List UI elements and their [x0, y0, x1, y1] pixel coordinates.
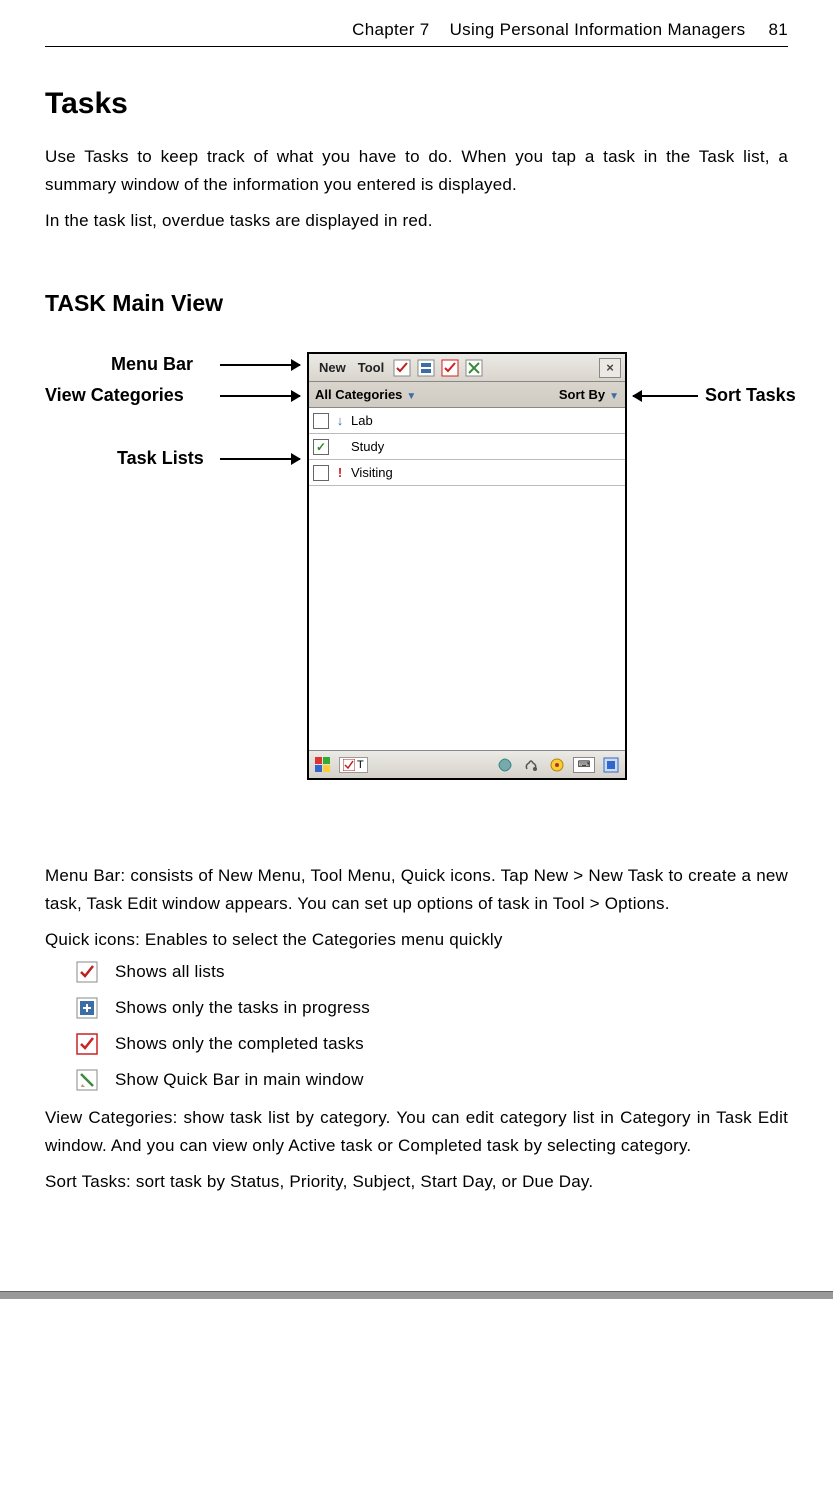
tray-icon[interactable] [547, 755, 567, 775]
quick-icon-row: Show Quick Bar in main window [75, 1068, 788, 1092]
task-list: ↓ Lab ✓ Study ! Visiting [309, 408, 625, 486]
pda-taskbar: T ⌨ [309, 750, 625, 778]
categories-dropdown[interactable]: All Categories▼ [315, 387, 416, 402]
quick-bar-icon[interactable] [464, 358, 484, 378]
task-row[interactable]: ✓ Study [309, 434, 625, 460]
close-button[interactable]: × [599, 358, 621, 378]
checkbox-icon[interactable] [313, 413, 329, 429]
category-bar: All Categories▼ Sort By▼ [309, 382, 625, 408]
show-in-progress-icon [75, 996, 99, 1020]
arrow-icon [220, 395, 300, 397]
page-footer-bar [0, 1291, 833, 1299]
arrow-icon [220, 364, 300, 366]
view-categories-description: View Categories: show task list by categ… [45, 1104, 788, 1160]
quick-icon-label: Shows all lists [115, 962, 225, 982]
pda-screenshot: New Tool × All Categories▼ Sort By▼ [307, 352, 627, 780]
show-quick-bar-icon [75, 1068, 99, 1092]
taskbar-tasks-button[interactable]: T [339, 757, 368, 773]
quick-icon-row: Shows only the tasks in progress [75, 996, 788, 1020]
intro-paragraph-1: Use Tasks to keep track of what you have… [45, 143, 788, 199]
arrow-icon [220, 458, 300, 460]
show-completed-icon[interactable] [440, 358, 460, 378]
show-completed-icon [75, 1032, 99, 1056]
menu-tool[interactable]: Tool [352, 358, 390, 377]
quick-icon-row: Shows all lists [75, 960, 788, 984]
quick-icons-intro: Quick icons: Enables to select the Categ… [45, 926, 788, 954]
checkbox-checked-icon[interactable]: ✓ [313, 439, 329, 455]
menu-new[interactable]: New [313, 358, 352, 377]
quick-icon-label: Show Quick Bar in main window [115, 1070, 364, 1090]
callout-menu-bar: Menu Bar [111, 354, 193, 375]
arrow-icon [633, 395, 698, 397]
callout-sort-tasks: Sort Tasks [705, 385, 796, 406]
checkbox-icon[interactable] [313, 465, 329, 481]
show-progress-icon[interactable] [416, 358, 436, 378]
quick-icons-list: Shows all lists Shows only the tasks in … [75, 960, 788, 1092]
tray-icon[interactable] [601, 755, 621, 775]
callout-task-lists: Task Lists [117, 448, 204, 469]
show-all-lists-icon [75, 960, 99, 984]
callout-view-categories: View Categories [45, 385, 184, 406]
sort-tasks-description: Sort Tasks: sort task by Status, Priorit… [45, 1168, 788, 1196]
task-label: Study [351, 439, 384, 454]
section-title: Tasks [45, 87, 788, 121]
task-label: Visiting [351, 465, 393, 480]
start-flag-icon[interactable] [313, 755, 333, 775]
chapter-title: Using Personal Information Managers [450, 20, 746, 39]
task-label: Lab [351, 413, 373, 428]
sort-dropdown[interactable]: Sort By▼ [559, 387, 619, 402]
page-number: 81 [768, 20, 788, 39]
tray-icon[interactable] [495, 755, 515, 775]
task-view-diagram: Menu Bar View Categories Task Lists Sort… [45, 352, 788, 822]
task-row[interactable]: ↓ Lab [309, 408, 625, 434]
keyboard-icon[interactable]: ⌨ [573, 757, 595, 773]
page-header: Chapter 7 Using Personal Information Man… [45, 20, 788, 47]
priority-high-icon: ! [335, 465, 345, 480]
quick-icon-row: Shows only the completed tasks [75, 1032, 788, 1056]
tray-icon[interactable] [521, 755, 541, 775]
pda-menubar: New Tool × [309, 354, 625, 382]
quick-icon-label: Shows only the completed tasks [115, 1034, 364, 1054]
subsection-title: TASK Main View [45, 290, 788, 317]
chapter-label: Chapter 7 [352, 20, 429, 39]
priority-low-icon: ↓ [335, 413, 345, 428]
show-all-icon[interactable] [392, 358, 412, 378]
menu-bar-description: Menu Bar: consists of New Menu, Tool Men… [45, 862, 788, 918]
task-row[interactable]: ! Visiting [309, 460, 625, 486]
intro-paragraph-2: In the task list, overdue tasks are disp… [45, 207, 788, 235]
quick-icon-label: Shows only the tasks in progress [115, 998, 370, 1018]
